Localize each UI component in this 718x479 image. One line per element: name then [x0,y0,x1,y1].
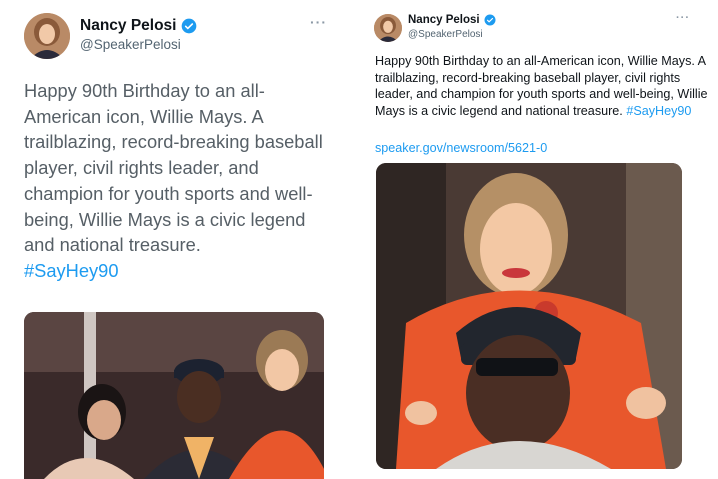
avatar-portrait-icon [374,14,402,42]
tweet-body: Happy 90th Birthday to an all-American i… [375,53,715,119]
more-options-icon[interactable]: ··· [676,12,690,24]
author-avatar[interactable] [374,14,402,42]
more-options-icon[interactable]: ··· [310,14,327,30]
verified-badge-icon [484,14,496,26]
author-name[interactable]: Nancy Pelosi [408,14,480,26]
tweet-card-right[interactable]: Nancy Pelosi @SpeakerPelosi ··· Happy 90… [362,0,718,479]
photo-image [24,312,324,479]
author-name[interactable]: Nancy Pelosi [80,17,177,35]
author-handle[interactable]: @SpeakerPelosi [408,29,483,40]
verified-badge-icon [181,18,197,34]
author-name-row[interactable]: Nancy Pelosi [408,14,496,26]
avatar-portrait-icon [24,13,70,59]
tweet-text: Happy 90th Birthday to an all-American i… [24,80,323,256]
hashtag-link[interactable]: #SayHey90 [24,260,119,281]
author-handle[interactable]: @SpeakerPelosi [80,37,181,52]
author-avatar[interactable] [24,13,70,59]
tweet-photo[interactable] [376,163,682,469]
author-name-row[interactable]: Nancy Pelosi [80,17,197,35]
photo-image [376,163,682,469]
tweet-card-left[interactable]: Nancy Pelosi @SpeakerPelosi ··· Happy 90… [0,0,348,479]
tweet-photo[interactable] [24,312,324,479]
hashtag-link[interactable]: #SayHey90 [626,104,691,118]
tweet-body: Happy 90th Birthday to an all-American i… [24,78,340,284]
newsroom-link[interactable]: speaker.gov/newsroom/5621-0 [375,141,547,155]
